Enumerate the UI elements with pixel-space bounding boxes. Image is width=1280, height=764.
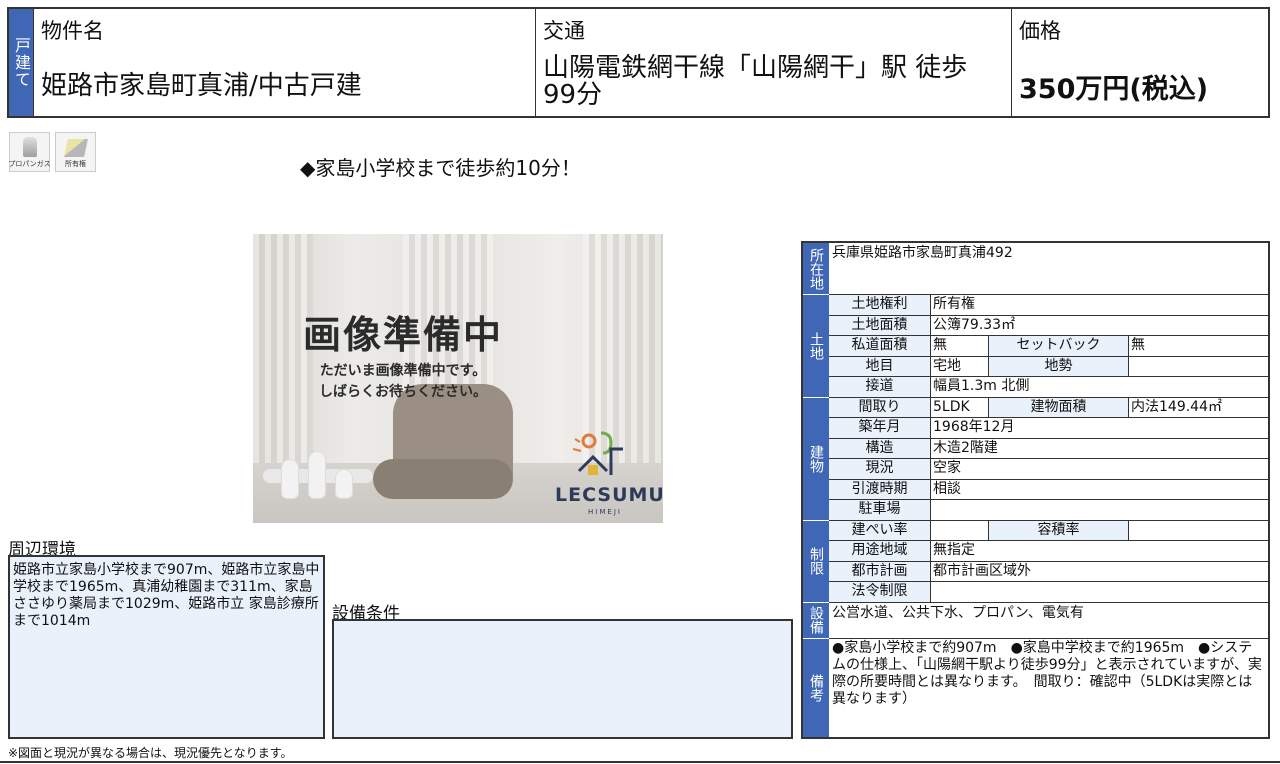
parking-row: 駐車場 (829, 500, 1268, 521)
layout-label: 間取り (829, 397, 930, 417)
facility-value: 公営水道、公共下水、プロパン、電気有 (829, 603, 1268, 639)
land-category-label: 地目 (829, 356, 930, 376)
coverage-value (930, 520, 988, 540)
remarks-head: 備考 (803, 638, 829, 737)
property-photo-placeholder: 画像準備中 ただいま画像準備中です。 しばらくお待ちください。 LECSUMU … (253, 234, 663, 523)
road-access-label: 接道 (829, 377, 930, 397)
far-label: 容積率 (988, 520, 1128, 540)
property-type-badge: 戸建て (9, 9, 33, 116)
land-right-label: 土地権利 (829, 295, 930, 315)
vase-shape (335, 469, 353, 499)
legal-row: 法令制限 (829, 582, 1268, 603)
property-header: 戸建て 物件名 姫路市家島町真浦/中古戸建 交通 山陽電鉄網干線「山陽網干」駅 … (7, 7, 1270, 118)
land-area-value: 公簿79.33㎡ (930, 315, 1268, 335)
placeholder-message-1: ただいま画像準備中です。 (319, 363, 487, 379)
private-road-label: 私道面積 (829, 336, 930, 356)
placeholder-title: 画像準備中 (302, 313, 503, 357)
zoning-label: 用途地域 (829, 541, 930, 561)
surroundings-box: 姫路市立家島小学校まで907m、姫路市立家島中学校まで1965m、真浦幼稚園まで… (8, 555, 325, 739)
bottom-divider (0, 761, 1280, 763)
terrain-value (1128, 356, 1268, 376)
vase-shape (281, 459, 299, 499)
land-area-row: 土地面積 公簿79.33㎡ (829, 315, 1268, 336)
private-road-row: 私道面積 無 セットバック 無 (829, 336, 1268, 357)
propane-gas-label: プロパンガス (8, 160, 51, 168)
location-head: 所在地 (803, 243, 829, 295)
propane-gas-icon: プロパンガス (8, 132, 51, 172)
equipment-box (332, 619, 793, 739)
feature-icons: プロパンガス 所有権 (8, 132, 96, 172)
road-access-value: 幅員1.3m 北側 (930, 377, 1268, 397)
city-plan-label: 都市計画 (829, 561, 930, 581)
facility-head: 設備 (803, 602, 829, 639)
gas-cylinder-icon (22, 137, 37, 157)
lecsumu-logo-icon (572, 431, 623, 475)
parking-value (930, 500, 1268, 520)
private-road-value: 無 (930, 336, 988, 356)
coverage-label: 建ぺい率 (829, 520, 930, 540)
ownership-icon: 所有権 (55, 132, 96, 172)
land-area-label: 土地面積 (829, 315, 930, 335)
logo-subtext: HIMEJI (588, 508, 622, 516)
city-plan-value: 都市計画区域外 (930, 561, 1268, 581)
location-value: 兵庫県姫路市家島町真浦492 (829, 243, 1268, 295)
handover-label: 引渡時期 (829, 479, 930, 499)
land-right-row: 土地権利 所有権 (829, 295, 1268, 316)
road-access-row: 接道 幅員1.3m 北側 (829, 377, 1268, 398)
building-area-label: 建物面積 (988, 397, 1128, 417)
terrain-label: 地勢 (988, 356, 1128, 376)
access-label: 交通 (543, 19, 585, 43)
restriction-head: 制限 (803, 520, 829, 603)
building-head: 建物 (803, 397, 829, 521)
coverage-row: 建ぺい率 容積率 (829, 520, 1268, 541)
zoning-value: 無指定 (930, 541, 1268, 561)
surroundings-text: 姫路市立家島小学校まで907m、姫路市立家島中学校まで1965m、真浦幼稚園まで… (13, 562, 320, 629)
property-name-value: 姫路市家島町真浦/中古戸建 (41, 71, 362, 101)
status-label: 現況 (829, 459, 930, 479)
setback-value: 無 (1128, 336, 1268, 356)
city-plan-row: 都市計画 都市計画区域外 (829, 561, 1268, 582)
building-area-value: 内法149.44㎡ (1128, 397, 1268, 417)
access-value: 山陽電鉄網干線「山陽網干」駅 徒歩99分 (543, 53, 968, 110)
placeholder-message-2: しばらくお待ちください。 (319, 384, 487, 400)
handover-row: 引渡時期 相談 (829, 479, 1268, 500)
price-cell: 価格 350万円(税込) (1011, 9, 1268, 116)
layout-row: 間取り 5LDK 建物面積 内法149.44㎡ (829, 397, 1268, 418)
land-head: 土地 (803, 295, 829, 398)
land-category-row: 地目 宅地 地勢 (829, 356, 1268, 377)
zoning-row: 用途地域 無指定 (829, 541, 1268, 562)
status-value: 空家 (930, 459, 1268, 479)
property-type-text: 戸建て (12, 37, 31, 88)
structure-row: 構造 木造2階建 (829, 438, 1268, 459)
land-right-value: 所有権 (930, 295, 1268, 315)
chair-seat-shape (373, 459, 513, 499)
ownership-label: 所有権 (65, 160, 86, 168)
land-icon (63, 139, 88, 157)
structure-label: 構造 (829, 438, 930, 458)
vase-shape (308, 451, 326, 499)
layout-value: 5LDK (930, 397, 988, 417)
legal-label: 法令制限 (829, 582, 930, 602)
remarks-value: ●家島小学校まで約907m ●家島中学校まで約1965m ●システムの仕様上、「… (832, 639, 1262, 707)
logo-wordmark: LECSUMU (555, 484, 663, 506)
land-category-value: 宅地 (930, 356, 988, 376)
property-name-label: 物件名 (41, 19, 104, 43)
price-value: 350万円(税込) (1019, 74, 1209, 105)
property-name-cell: 物件名 姫路市家島町真浦/中古戸建 (33, 9, 535, 116)
built-value: 1968年12月 (930, 418, 1268, 438)
access-cell: 交通 山陽電鉄網干線「山陽網干」駅 徒歩99分 (535, 9, 1011, 116)
setback-label: セットバック (988, 336, 1128, 356)
far-value (1128, 520, 1268, 540)
built-label: 築年月 (829, 418, 930, 438)
footnote: ※図面と現況が異なる場合は、現況優先となります。 (8, 746, 293, 760)
price-label: 価格 (1019, 19, 1061, 43)
structure-value: 木造2階建 (930, 438, 1268, 458)
catch-copy: ◆家島小学校まで徒歩約10分！ (300, 156, 581, 180)
legal-value (930, 582, 1268, 602)
status-row: 現況 空家 (829, 459, 1268, 480)
built-row: 築年月 1968年12月 (829, 418, 1268, 439)
parking-label: 駐車場 (829, 500, 930, 520)
handover-value: 相談 (930, 479, 1268, 499)
spec-table: 所在地 兵庫県姫路市家島町真浦492 土地 土地権利 所有権 土地面積 公簿79… (801, 241, 1270, 739)
